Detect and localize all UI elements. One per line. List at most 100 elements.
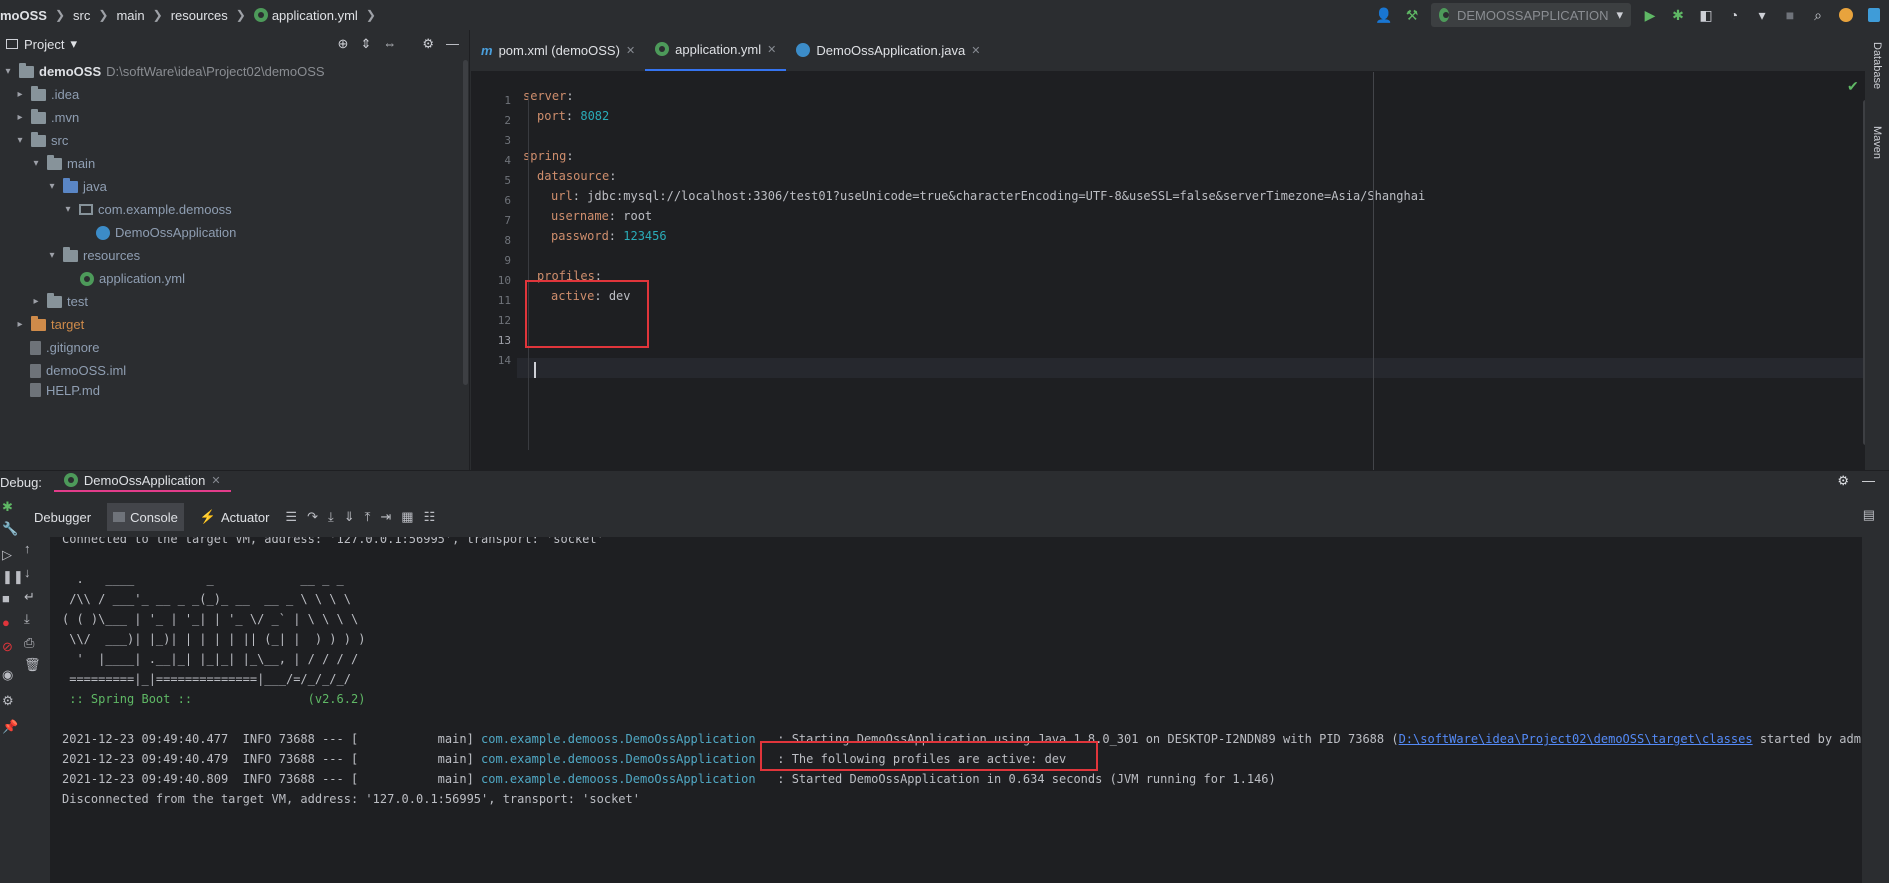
breadcrumb-project[interactable]: moOSS bbox=[0, 8, 47, 23]
up-arrow-icon[interactable]: ↑ bbox=[24, 541, 31, 556]
gear-icon[interactable]: ⚙ bbox=[422, 36, 434, 52]
run-to-cursor-icon[interactable]: ⇥ bbox=[380, 509, 391, 525]
force-step-into-icon[interactable]: ⇓ bbox=[344, 509, 355, 525]
project-tool-window: Project ▾ ⊕ ⇕ ⇔ ⚙ — ▾ demoOSS D:\softWar… bbox=[0, 30, 470, 470]
tab-demoossapplication-java[interactable]: DemoOssApplication.java ✕ bbox=[786, 29, 990, 71]
code-line: port: 8082 bbox=[537, 109, 610, 123]
tree-item-iml[interactable]: demoOSS.iml bbox=[30, 359, 126, 382]
chevron-down-icon: ▾ bbox=[33, 158, 39, 169]
tab-console[interactable]: Console bbox=[107, 503, 184, 531]
maven-tool-button[interactable]: Maven bbox=[1871, 126, 1883, 159]
tree-item-application-yml[interactable]: application.yml bbox=[80, 267, 185, 290]
camera-icon[interactable]: ◉ bbox=[2, 667, 14, 682]
clear-trash-icon[interactable]: 🗑 bbox=[24, 657, 41, 673]
tree-item-resources[interactable]: ▾ resources bbox=[46, 244, 140, 267]
gear-icon[interactable]: ⚙ bbox=[2, 693, 14, 708]
layout-icon[interactable]: ▤ bbox=[1863, 507, 1875, 523]
pin-icon[interactable]: 📌 bbox=[2, 719, 18, 734]
classpath-link[interactable]: D:\softWare\idea\Project02\demoOSS\targe… bbox=[1399, 732, 1753, 746]
close-icon[interactable]: ✕ bbox=[626, 44, 635, 57]
resume-icon[interactable]: ▷ bbox=[2, 547, 14, 562]
tree-item-package[interactable]: ▾ com.example.demooss bbox=[62, 198, 231, 221]
database-tool-button[interactable]: Database bbox=[1871, 42, 1883, 89]
chevron-down-icon: ▾ bbox=[49, 250, 55, 261]
chevron-down-icon: ▾ bbox=[49, 181, 55, 192]
trace-icon[interactable]: ☷ bbox=[424, 509, 436, 525]
line-number: 12 bbox=[497, 314, 511, 327]
tree-item-main[interactable]: ▾ main bbox=[30, 152, 95, 175]
close-icon[interactable]: ✕ bbox=[211, 474, 220, 487]
step-into-icon[interactable]: ⤓ bbox=[328, 509, 334, 525]
console-scrollbar[interactable] bbox=[1865, 537, 1870, 883]
breadcrumb-main[interactable]: main bbox=[116, 8, 144, 23]
line-number: 13 bbox=[497, 334, 511, 347]
tree-item-demoossapplication[interactable]: DemoOssApplication bbox=[96, 221, 236, 244]
expand-all-icon[interactable]: ⇕ bbox=[360, 36, 371, 52]
mute-breakpoints-icon[interactable]: ⊘ bbox=[2, 639, 14, 654]
pause-icon[interactable]: ❚❚ bbox=[2, 569, 24, 584]
debug-session-tab[interactable]: DemoOssApplication ✕ bbox=[53, 473, 231, 492]
breadcrumb-src[interactable]: src bbox=[73, 8, 90, 23]
chevron-right-icon: ▸ bbox=[33, 296, 39, 307]
tab-debugger[interactable]: Debugger bbox=[28, 503, 97, 531]
tree-item-src[interactable]: ▾ src bbox=[14, 129, 68, 152]
project-scrollbar[interactable] bbox=[463, 60, 468, 385]
chevron-down-icon[interactable]: ▾ bbox=[70, 36, 77, 52]
file-icon bbox=[30, 340, 41, 355]
select-opened-file-icon[interactable]: ⊕ bbox=[338, 36, 349, 52]
step-over-icon[interactable]: ↷ bbox=[307, 509, 318, 525]
search-icon[interactable]: ⌕ bbox=[1809, 6, 1827, 24]
run-config-selector[interactable]: DEMOOSSAPPLICATION ▾ bbox=[1431, 3, 1631, 27]
tree-item-mvn[interactable]: ▸ .mvn bbox=[14, 106, 79, 129]
breadcrumb-resources[interactable]: resources bbox=[171, 8, 228, 23]
step-out-icon[interactable]: ⤒ bbox=[365, 509, 371, 525]
hide-icon[interactable]: — bbox=[446, 36, 459, 52]
tree-item-idea[interactable]: ▸ .idea bbox=[14, 83, 79, 106]
coverage-icon[interactable]: ◧ bbox=[1697, 6, 1715, 24]
settings-wrench-icon[interactable]: 🔧 bbox=[2, 521, 18, 536]
tree-item-java[interactable]: ▾ java bbox=[46, 175, 107, 198]
tree-item-label: .idea bbox=[51, 87, 80, 102]
tab-application-yml[interactable]: application.yml ✕ bbox=[645, 29, 787, 71]
tab-pom-xml[interactable]: m pom.xml (demoOSS) ✕ bbox=[471, 29, 645, 71]
breadcrumb-file[interactable]: application.yml bbox=[272, 8, 358, 23]
down-arrow-icon[interactable]: ↓ bbox=[24, 565, 31, 580]
chevron-right-icon: ▸ bbox=[17, 89, 23, 100]
scroll-to-end-icon[interactable]: ⤓ bbox=[24, 611, 30, 627]
tree-item-target[interactable]: ▸ target bbox=[14, 313, 84, 336]
project-header: Project ▾ ⊕ ⇕ ⇔ ⚙ — bbox=[0, 30, 469, 58]
stop-icon[interactable]: ■ bbox=[1781, 6, 1799, 24]
user-icon[interactable]: 👤 bbox=[1375, 6, 1393, 24]
menu-icon[interactable]: ☰ bbox=[285, 509, 297, 525]
inspection-ok-icon[interactable]: ✔ bbox=[1847, 78, 1859, 95]
close-icon[interactable]: ✕ bbox=[971, 44, 980, 57]
tree-item-test[interactable]: ▸ test bbox=[30, 290, 88, 313]
tab-actuator[interactable]: ⚡ Actuator bbox=[194, 503, 276, 531]
gear-icon[interactable]: ⚙ bbox=[1837, 473, 1849, 489]
build-hammer-icon[interactable]: ⚒ bbox=[1403, 6, 1421, 24]
rerun-bug-icon[interactable]: ✱ bbox=[2, 499, 14, 514]
project-title[interactable]: Project bbox=[24, 37, 64, 52]
debug-bug-icon[interactable]: ✱ bbox=[1669, 6, 1687, 24]
stop-icon[interactable]: ■ bbox=[2, 591, 14, 606]
update-icon[interactable] bbox=[1837, 6, 1855, 24]
code-editor[interactable]: server: port: 8082 spring: datasource: u… bbox=[517, 72, 1867, 470]
collapse-all-icon[interactable]: ⇔ bbox=[383, 36, 396, 52]
more-run-options-icon[interactable]: ▾ bbox=[1753, 6, 1771, 24]
toolbox-icon[interactable] bbox=[1865, 6, 1883, 24]
profiler-icon[interactable]: ◔ bbox=[1725, 6, 1743, 24]
tree-item-gitignore[interactable]: .gitignore bbox=[30, 336, 99, 359]
evaluate-icon[interactable]: ▦ bbox=[401, 509, 413, 525]
soft-wrap-icon[interactable]: ↵ bbox=[24, 589, 35, 605]
close-icon[interactable]: ✕ bbox=[767, 43, 776, 56]
tree-item-demooss[interactable]: ▾ demoOSS D:\softWare\idea\Project02\dem… bbox=[2, 60, 325, 83]
tree-item-help[interactable]: HELP.md bbox=[30, 382, 100, 398]
print-icon[interactable]: ⎙ bbox=[24, 635, 34, 651]
console-output[interactable]: Connected to the target VM, address: '12… bbox=[50, 537, 1862, 883]
run-icon[interactable]: ▶ bbox=[1641, 6, 1659, 24]
chevron-right-icon: ▸ bbox=[17, 319, 23, 330]
view-breakpoints-icon[interactable]: ● bbox=[2, 615, 14, 630]
highlight-box-profiles bbox=[525, 280, 649, 348]
file-icon bbox=[30, 363, 41, 378]
hide-icon[interactable]: — bbox=[1862, 473, 1875, 488]
